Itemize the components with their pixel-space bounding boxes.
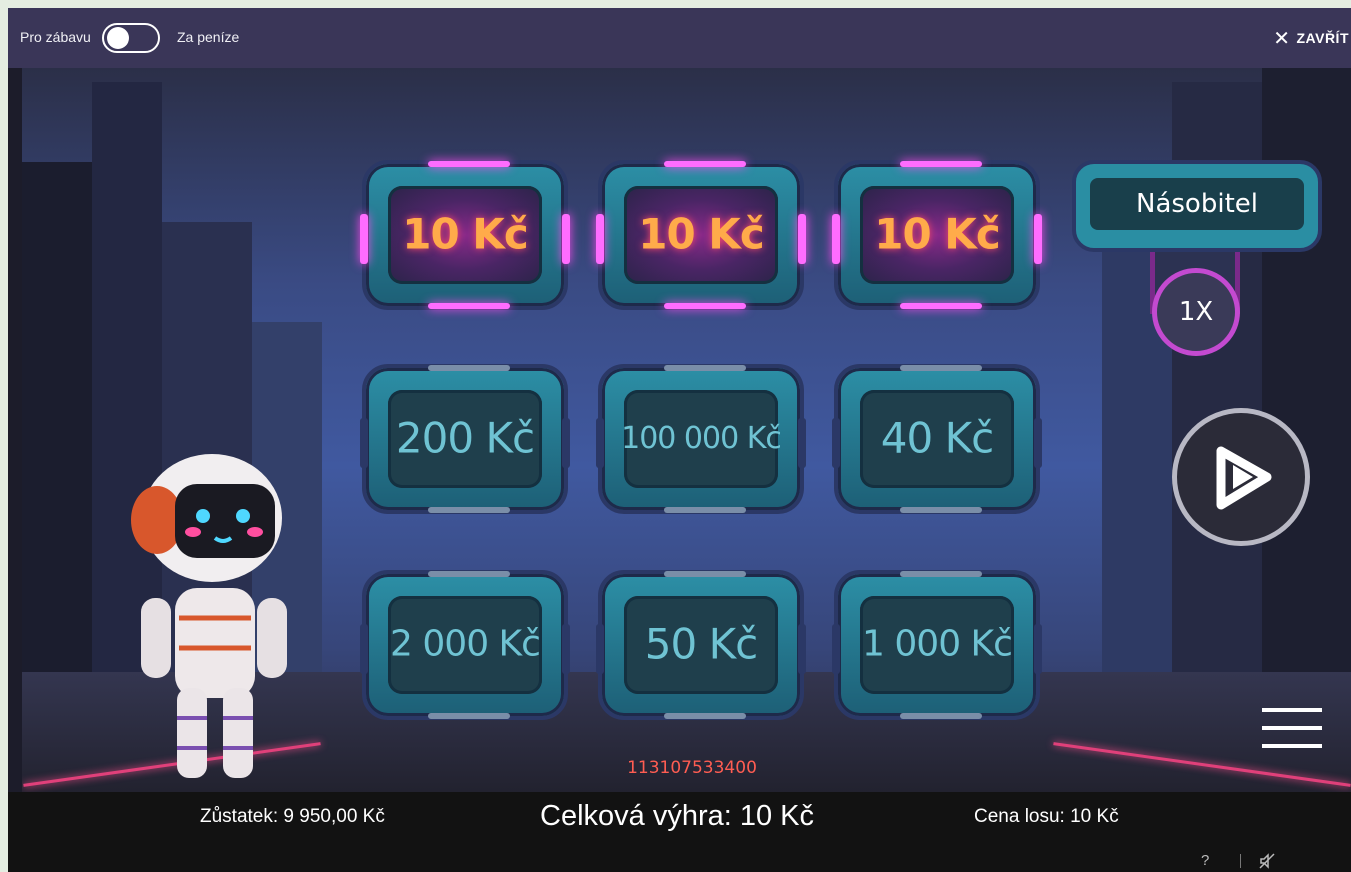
game-window: Pro zábavu Za peníze ✕ ZAVŘÍT 10 Kč 10 K…	[8, 8, 1351, 872]
bottom-bar: Zůstatek: 9 950,00 Kč Celková výhra: 10 …	[8, 792, 1351, 872]
play-button[interactable]	[1172, 408, 1310, 546]
divider	[1240, 854, 1241, 868]
tile-value: 2 000 Kč	[390, 623, 541, 665]
close-label: ZAVŘÍT	[1296, 30, 1349, 46]
scratch-tile[interactable]: 1 000 Kč	[832, 570, 1042, 720]
play-icon	[1216, 446, 1272, 510]
tile-value: 40 Kč	[880, 413, 994, 463]
top-bar: Pro zábavu Za peníze ✕ ZAVŘÍT	[8, 8, 1351, 68]
help-button[interactable]: ?	[1201, 852, 1209, 869]
balance-label: Zůstatek: 9 950,00 Kč	[200, 806, 385, 827]
building	[22, 162, 102, 682]
tile-value: 10 Kč	[402, 209, 529, 259]
multiplier-label: Násobitel	[1090, 178, 1304, 230]
tile-value: 10 Kč	[874, 209, 1001, 259]
scratch-tile[interactable]: 2 000 Kč	[360, 570, 570, 720]
hamburger-menu-icon[interactable]	[1262, 708, 1322, 752]
multiplier-panel: Násobitel	[1072, 160, 1322, 252]
money-mode-label: Za peníze	[177, 29, 240, 45]
fun-mode-label: Pro zábavu	[20, 29, 91, 45]
close-button[interactable]: ✕ ZAVŘÍT	[1273, 26, 1349, 51]
scratch-tile[interactable]: 100 000 Kč	[596, 364, 806, 514]
toggle-knob	[107, 27, 129, 49]
tile-value: 100 000 Kč	[621, 420, 782, 456]
scratch-tile[interactable]: 200 Kč	[360, 364, 570, 514]
robot-mascot	[131, 454, 287, 778]
scratch-tile[interactable]: 10 Kč	[596, 160, 806, 310]
mode-toggle[interactable]	[102, 23, 160, 53]
ticket-serial: 113107533400	[627, 758, 757, 778]
tile-value: 200 Kč	[395, 413, 535, 463]
game-scene: 10 Kč 10 Kč 10 Kč 200 Kč 100 000 Kč 40 K…	[22, 68, 1351, 792]
scratch-tile[interactable]: 50 Kč	[596, 570, 806, 720]
close-icon: ✕	[1273, 28, 1291, 50]
tile-value: 10 Kč	[638, 209, 765, 259]
scratch-tile[interactable]: 40 Kč	[832, 364, 1042, 514]
scratch-tile[interactable]: 10 Kč	[832, 160, 1042, 310]
tile-value: 1 000 Kč	[862, 623, 1013, 665]
scratch-tile[interactable]: 10 Kč	[360, 160, 570, 310]
total-win-label: Celková výhra: 10 Kč	[540, 800, 815, 832]
multiplier-value: 1X	[1152, 268, 1240, 356]
tile-value: 50 Kč	[644, 619, 758, 669]
ticket-price-label: Cena losu: 10 Kč	[974, 806, 1119, 827]
sound-muted-icon[interactable]	[1258, 852, 1276, 870]
